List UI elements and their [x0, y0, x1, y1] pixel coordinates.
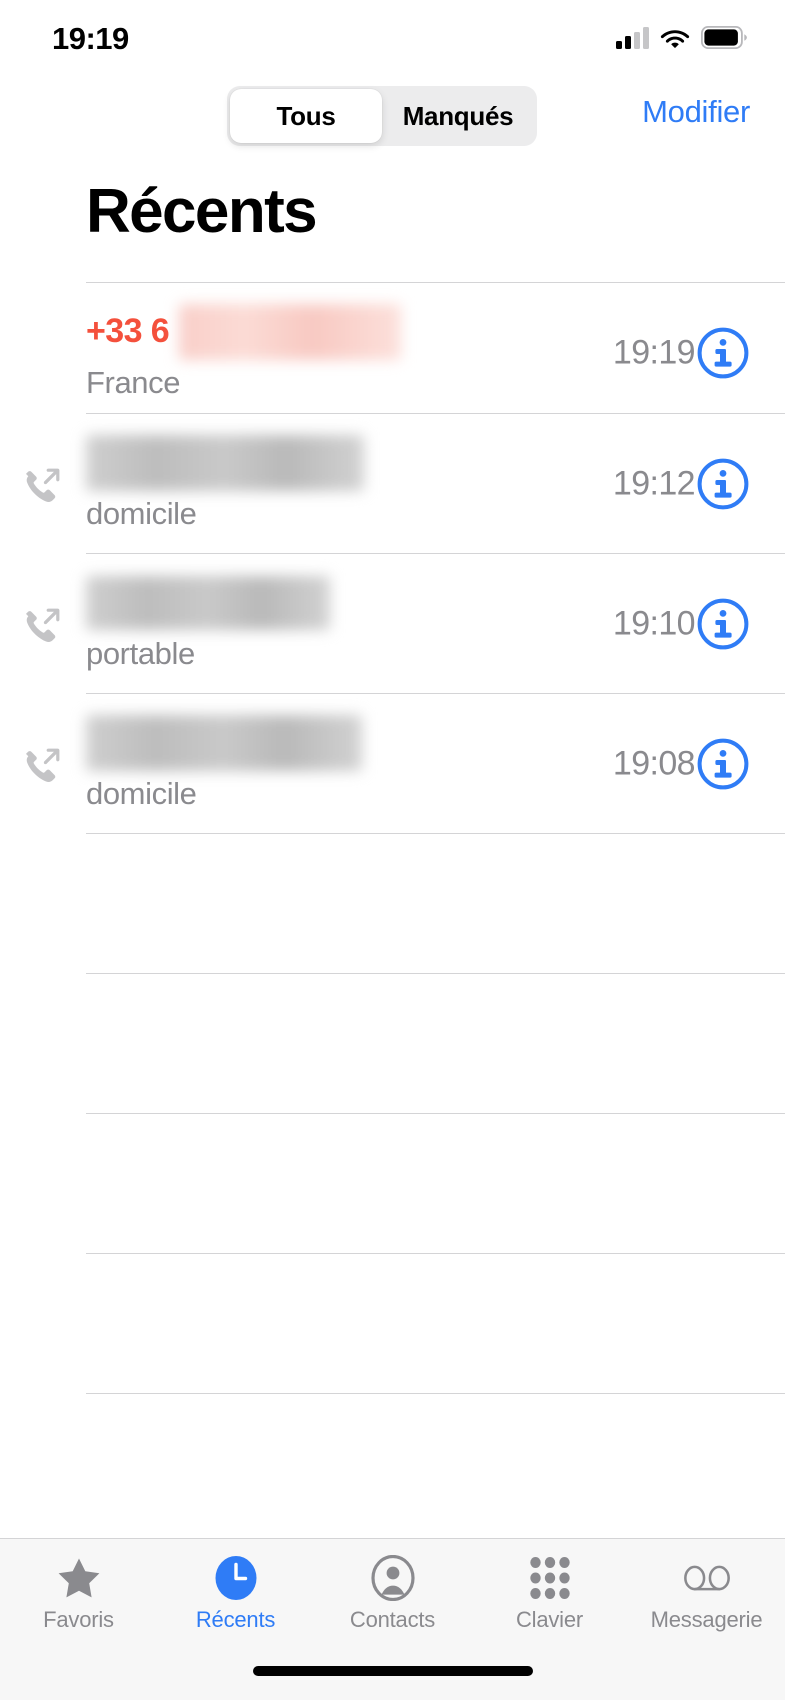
list-divider	[86, 973, 785, 974]
call-row-number: +33 6	[86, 312, 170, 350]
segment-all[interactable]: Tous	[230, 89, 382, 143]
outgoing-call-icon	[25, 468, 60, 502]
tab-clavier[interactable]: Clavier	[471, 1555, 628, 1651]
tab-messagerie[interactable]: Messagerie	[628, 1555, 785, 1651]
star-icon	[56, 1555, 102, 1601]
voicemail-icon	[683, 1555, 730, 1601]
navigation-bar: Tous Manqués Modifier	[0, 86, 785, 148]
outgoing-call-icon	[25, 748, 60, 782]
status-bar-indicators	[616, 22, 747, 49]
tab-bar-items: Favoris Récents Contacts Clavier Message…	[0, 1539, 785, 1651]
outgoing-call-icon	[25, 608, 60, 642]
call-row-title	[86, 714, 516, 771]
tab-contacts[interactable]: Contacts	[314, 1555, 471, 1651]
status-bar: 19:19	[0, 0, 785, 70]
table-row[interactable]: domicile 19:12	[0, 414, 785, 554]
call-row-title	[86, 575, 516, 631]
keypad-icon	[527, 1555, 573, 1601]
call-row-body: domicile	[86, 694, 516, 834]
list-divider	[86, 833, 785, 834]
info-circle-icon[interactable]	[697, 458, 749, 510]
segment-missed[interactable]: Manqués	[382, 89, 534, 143]
call-row-time: 19:12	[612, 464, 696, 503]
info-circle-icon[interactable]	[697, 738, 749, 790]
list-divider	[86, 1113, 785, 1114]
call-row-subtitle: domicile	[86, 495, 197, 531]
tab-label: Clavier	[515, 1607, 584, 1632]
call-row-subtitle: France	[86, 364, 181, 400]
tab-bar: Favoris Récents Contacts Clavier Message…	[0, 1538, 785, 1700]
info-circle-icon[interactable]	[697, 327, 749, 379]
call-row-time: 19:19	[612, 333, 696, 372]
wifi-icon	[660, 30, 690, 48]
page-title: Récents	[86, 177, 318, 246]
list-divider	[86, 1253, 785, 1254]
battery-icon	[701, 26, 747, 49]
call-row-subtitle: domicile	[86, 775, 197, 811]
tab-label: Messagerie	[650, 1607, 763, 1632]
tab-recents[interactable]: Récents	[157, 1555, 314, 1651]
table-row[interactable]: domicile 19:08	[0, 694, 785, 834]
redacted-number-block	[179, 303, 402, 360]
cellular-signal-icon	[616, 27, 649, 49]
call-row-time: 19:08	[612, 744, 696, 783]
phone-screen: 19:19 Tous Manqués Modifier Récents +33 …	[0, 0, 785, 1700]
clock-icon	[213, 1555, 259, 1601]
tab-label: Contacts	[349, 1607, 436, 1632]
tab-label: Favoris	[43, 1607, 114, 1632]
call-row-title	[86, 434, 516, 491]
redacted-contact-name	[86, 434, 364, 491]
call-row-body: domicile	[86, 414, 516, 554]
info-circle-icon[interactable]	[697, 598, 749, 650]
call-row-time: 19:10	[612, 604, 696, 643]
home-indicator[interactable]	[252, 1666, 533, 1676]
table-row[interactable]: +33 6 France 19:19	[0, 283, 785, 423]
call-row-body: portable	[86, 554, 516, 694]
redacted-contact-name	[86, 575, 330, 630]
person-icon	[370, 1555, 416, 1601]
table-row[interactable]: portable 19:10	[0, 554, 785, 694]
edit-button[interactable]: Modifier	[642, 94, 750, 130]
tab-label: Récents	[195, 1607, 276, 1632]
list-divider	[86, 1393, 785, 1394]
redacted-contact-name	[86, 714, 362, 771]
calls-filter-segmented-control[interactable]: Tous Manqués	[227, 86, 537, 146]
call-row-body: +33 6 France	[86, 283, 516, 423]
call-row-subtitle: portable	[86, 635, 195, 671]
call-row-title: +33 6	[86, 303, 516, 360]
tab-favoris[interactable]: Favoris	[0, 1555, 157, 1651]
status-bar-clock: 19:19	[52, 21, 129, 56]
